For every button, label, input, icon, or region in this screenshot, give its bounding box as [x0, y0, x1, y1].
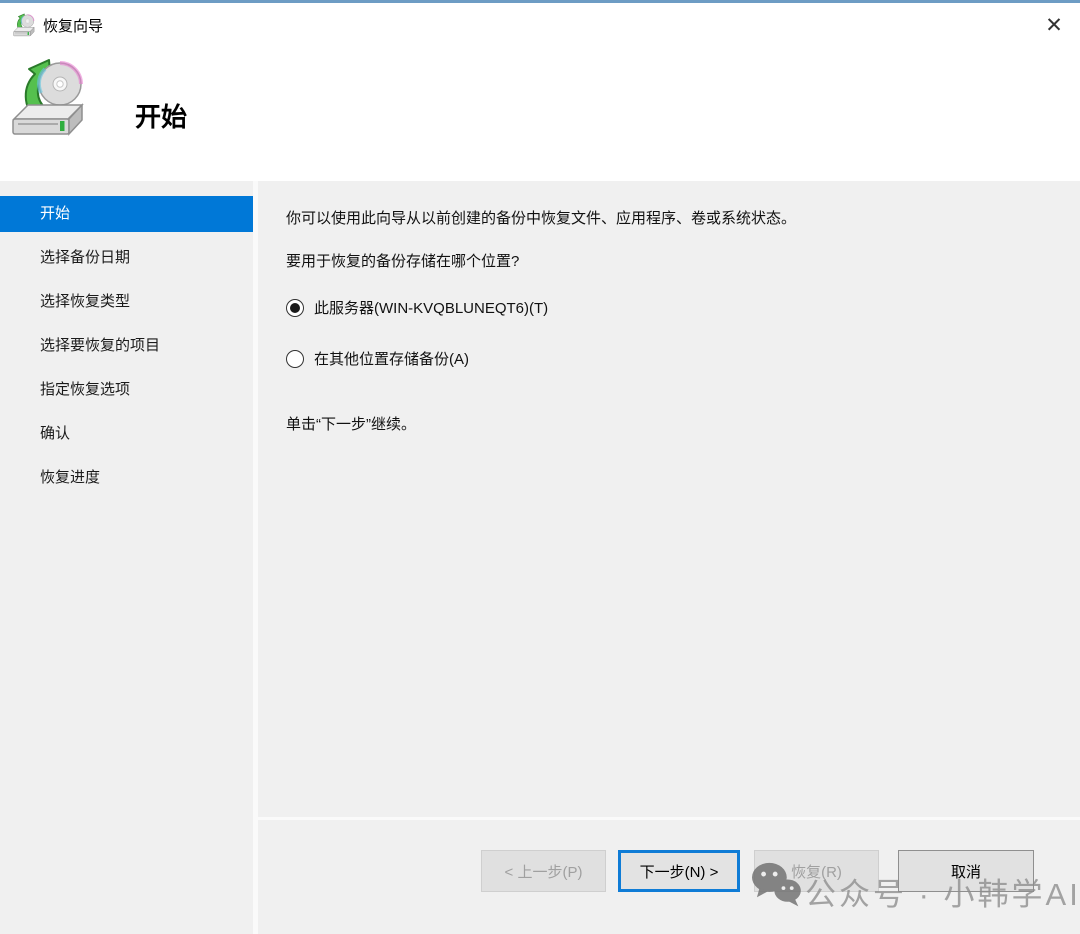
radio-option-this-server[interactable]: 此服务器(WIN-KVQBLUNEQT6)(T) [286, 297, 1056, 318]
wizard-header: 开始 [0, 48, 1080, 181]
wizard-body: 开始 选择备份日期 选择恢复类型 选择要恢复的项目 指定恢复选项 确认 恢复进度… [0, 181, 1080, 934]
wizard-steps-sidebar: 开始 选择备份日期 选择恢复类型 选择要恢复的项目 指定恢复选项 确认 恢复进度 [0, 181, 253, 934]
window-title: 恢复向导 [43, 15, 103, 36]
page-title: 开始 [135, 97, 187, 134]
sidebar-item-select-items-to-recover: 选择要恢复的项目 [0, 328, 253, 364]
sidebar-item-select-recovery-type: 选择恢复类型 [0, 284, 253, 320]
radio-icon-unselected[interactable] [286, 350, 304, 368]
radio-label-this-server: 此服务器(WIN-KVQBLUNEQT6)(T) [314, 297, 548, 318]
note-text: 单击“下一步”继续。 [286, 413, 1056, 434]
button-bar: < 上一步(P) 下一步(N) > 恢复(R) 取消 [258, 820, 1080, 934]
radio-label-other-location: 在其他位置存储备份(A) [314, 348, 469, 369]
close-icon[interactable]: ✕ [1034, 5, 1074, 45]
sidebar-item-recovery-progress: 恢复进度 [0, 460, 253, 496]
cancel-button[interactable]: 取消 [898, 850, 1034, 892]
next-button[interactable]: 下一步(N) > [618, 850, 740, 892]
intro-text: 你可以使用此向导从以前创建的备份中恢复文件、应用程序、卷或系统状态。 [286, 207, 1056, 228]
radio-icon-selected[interactable] [286, 299, 304, 317]
recover-button[interactable]: 恢复(R) [754, 850, 879, 892]
sidebar-item-confirmation: 确认 [0, 416, 253, 452]
sidebar-item-select-backup-date: 选择备份日期 [0, 240, 253, 276]
recovery-disk-icon [12, 13, 36, 38]
radio-option-other-location[interactable]: 在其他位置存储备份(A) [286, 348, 1056, 369]
back-button[interactable]: < 上一步(P) [481, 850, 606, 892]
sidebar-item-getting-started: 开始 [0, 196, 253, 232]
recovery-wizard-window: 恢复向导 ✕ 开始 开始 选择备份日期 选择恢复类型 选择要恢复的项目 指定恢复… [0, 0, 1080, 934]
titlebar: 恢复向导 ✕ [0, 3, 1080, 48]
question-text: 要用于恢复的备份存储在哪个位置? [286, 250, 1056, 271]
main-panel: 你可以使用此向导从以前创建的备份中恢复文件、应用程序、卷或系统状态。 要用于恢复… [258, 181, 1080, 934]
page-content: 你可以使用此向导从以前创建的备份中恢复文件、应用程序、卷或系统状态。 要用于恢复… [258, 181, 1080, 817]
recovery-disk-icon-large [8, 56, 88, 142]
sidebar-item-specify-recovery-options: 指定恢复选项 [0, 372, 253, 408]
